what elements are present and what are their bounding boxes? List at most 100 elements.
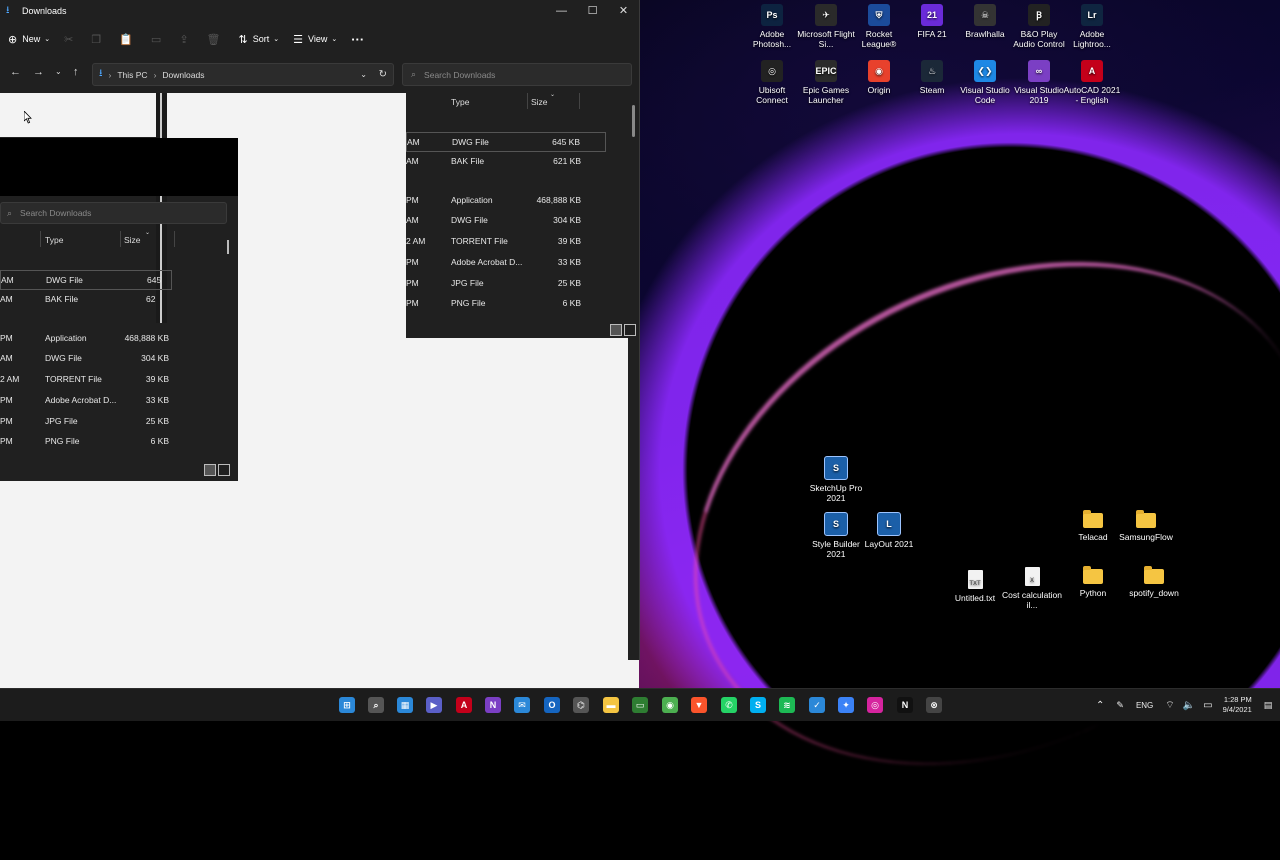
taskbar-messenger-icon[interactable]: ✦ (838, 697, 854, 713)
chevron-down-icon: ⌄ (273, 36, 280, 43)
taskbar-skype-icon[interactable]: S (750, 697, 766, 713)
desktop-icon-spotify-down[interactable]: spotify_down (1124, 565, 1184, 598)
address-row: ← → ⌄ ↑ ⭳ › This PC › Downloads ⌄ ↻ ⌕ Se… (0, 63, 639, 86)
breadcrumb-separator: › (153, 69, 157, 80)
copy-icon[interactable]: ❐ (91, 33, 101, 46)
search-box[interactable]: ⌕ Search Downloads (402, 63, 632, 86)
desktop-icon-untitled-txt[interactable]: TXT Untitled.txt (945, 568, 1005, 603)
ghost-search-box: ⌕ Search Downloads (0, 202, 227, 224)
notification-center-icon[interactable]: ▤ (1264, 700, 1273, 711)
table-row[interactable]: PM Adobe Acrobat D... 33 KB (406, 253, 606, 273)
folder-icon (1083, 510, 1103, 528)
forward-arrow-icon[interactable]: → (33, 66, 44, 78)
taskbar-brave-icon[interactable]: ▼ (691, 697, 707, 713)
taskbar-outlook-icon[interactable]: O (544, 697, 560, 713)
refresh-icon[interactable]: ↻ (379, 69, 387, 80)
window-controls: — ☐ ✕ (546, 0, 639, 21)
desktop-icon-label: spotify_down (1129, 588, 1179, 598)
desktop-icon-style-builder-2021[interactable]: S Style Builder 2021 (806, 512, 866, 559)
title-bar[interactable]: ⭳ Downloads (0, 0, 639, 21)
table-row[interactable]: AM DWG File 304 KB (406, 211, 606, 231)
recent-locations-chevron-icon[interactable]: ⌄ (55, 67, 62, 76)
tiles-view-icon[interactable] (624, 324, 636, 336)
desktop-icon-fifa-21[interactable]: 21 FIFA 21 (902, 4, 962, 39)
desktop-icon-samsungflow[interactable]: SamsungFlow (1116, 509, 1176, 542)
new-button[interactable]: ⊕ New ⌄ (8, 33, 50, 46)
delete-icon[interactable]: 🗑 (207, 33, 221, 46)
taskbar-teams-icon[interactable]: ▶ (426, 697, 442, 713)
up-arrow-icon[interactable]: ↑ (73, 66, 79, 78)
taskbar-mail-icon[interactable]: ✉ (514, 697, 530, 713)
desktop-icon-autocad-2021-english[interactable]: A AutoCAD 2021 - English (1062, 60, 1122, 105)
language-indicator[interactable]: ENG (1136, 701, 1153, 710)
column-header-size[interactable]: Size (531, 97, 548, 107)
desktop-icon-adobe-lightroo[interactable]: Lr Adobe Lightroo... (1062, 4, 1122, 49)
row-size: 39 KB (145, 374, 169, 384)
close-button[interactable]: ✕ (608, 0, 639, 21)
pen-menu-icon[interactable]: ✎ (1116, 700, 1124, 711)
taskbar-search-icon[interactable]: ⌕ (368, 697, 384, 713)
view-button[interactable]: ☰ View ⌄ (293, 33, 337, 46)
more-options-button[interactable]: ··· (351, 32, 364, 47)
taskbar-netflix-icon[interactable]: N (897, 697, 913, 713)
taskbar-network-icon[interactable]: ⌬ (573, 697, 589, 713)
desktop-icon-ubisoft-connect[interactable]: ◎ Ubisoft Connect (742, 60, 802, 105)
taskbar-acrobat-icon[interactable]: A (456, 697, 472, 713)
row-modified-time: PM (0, 436, 13, 446)
share-icon[interactable]: ⇪ (179, 33, 188, 46)
row-size: 645 KB (552, 137, 580, 147)
table-row[interactable]: PM PNG File 6 KB (406, 294, 606, 314)
desktop-icon-python[interactable]: Python (1063, 565, 1123, 598)
desktop-icon-brawlhalla[interactable]: ☠ Brawlhalla (955, 4, 1015, 39)
address-bar[interactable]: ⭳ › This PC › Downloads ⌄ ↻ (92, 63, 394, 86)
chevron-down-icon: ⌄ (44, 36, 51, 43)
sort-button[interactable]: ⇅ Sort ⌄ (239, 33, 280, 46)
desktop-icon-origin[interactable]: ◉ Origin (849, 60, 909, 95)
taskbar-instagram-icon[interactable]: ◎ (867, 697, 883, 713)
volume-icon[interactable]: 🔈 (1183, 700, 1195, 711)
taskbar-file-explorer-icon[interactable]: ▬ (603, 697, 619, 713)
desktop-icon-b-o-play-audio-control[interactable]: Ꞵ B&O Play Audio Control (1009, 4, 1069, 49)
desktop-icon-adobe-photosh[interactable]: Ps Adobe Photosh... (742, 4, 802, 49)
desktop-icon-rocket-league[interactable]: ⛨ Rocket League® (849, 4, 909, 49)
minimize-button[interactable]: — (546, 0, 577, 21)
desktop-icon-microsoft-flight-si[interactable]: ✈ Microsoft Flight Si... (796, 4, 856, 49)
wifi-icon[interactable]: ⌔ (1165, 699, 1174, 712)
table-row[interactable]: PM Application 468,888 KB (406, 191, 606, 211)
taskbar-widgets-icon[interactable]: ▦ (397, 697, 413, 713)
show-hidden-icons-chevron[interactable]: ⌃ (1096, 700, 1104, 711)
rename-icon[interactable]: ▭ (151, 33, 161, 46)
address-dropdown-chevron-icon[interactable]: ⌄ (360, 70, 367, 79)
taskbar-maps-icon[interactable]: ▭ (632, 697, 648, 713)
details-view-icon[interactable] (610, 324, 622, 336)
taskbar-chrome-icon[interactable]: ◉ (662, 697, 678, 713)
desktop-icon-visual-studio-2019[interactable]: ∞ Visual Studio 2019 (1009, 60, 1069, 105)
table-row[interactable]: PM JPG File 25 KB (406, 274, 606, 294)
taskbar-spotify-icon[interactable]: ≋ (779, 697, 795, 713)
battery-icon[interactable]: ▭ (1203, 700, 1212, 711)
table-row[interactable]: AM DWG File 645 KB (406, 132, 606, 152)
desktop-icon-sketchup-pro-2021[interactable]: S SketchUp Pro 2021 (806, 456, 866, 503)
table-row[interactable]: 2 AM TORRENT File 39 KB (406, 232, 606, 252)
breadcrumb-downloads[interactable]: Downloads (162, 70, 204, 80)
paste-icon[interactable]: 📋 (119, 33, 133, 46)
breadcrumb-this-pc[interactable]: This PC (117, 70, 147, 80)
taskbar-whatsapp-icon[interactable]: ✆ (721, 697, 737, 713)
desktop-icon-telacad[interactable]: Telacad (1063, 509, 1123, 542)
taskbar-todo-icon[interactable]: ✓ (809, 697, 825, 713)
desktop-icon-layout-2021[interactable]: L LayOut 2021 (859, 512, 919, 549)
back-arrow-icon[interactable]: ← (10, 66, 21, 78)
column-header-type[interactable]: Type (451, 97, 469, 107)
desktop-icon-epic-games-launcher[interactable]: EPIC Epic Games Launcher (796, 60, 856, 105)
desktop-icon-visual-studio-code[interactable]: ❮❯ Visual Studio Code (955, 60, 1015, 105)
maximize-button[interactable]: ☐ (577, 0, 608, 21)
taskbar-onenote-icon[interactable]: N (485, 697, 501, 713)
taskbar-xbox-icon[interactable]: ⊗ (926, 697, 942, 713)
clock[interactable]: 1:28 PM 9/4/2021 (1223, 695, 1252, 715)
table-row[interactable]: AM BAK File 621 KB (406, 152, 606, 172)
taskbar-start-icon[interactable]: ⊞ (339, 697, 355, 713)
scrollbar-thumb[interactable] (632, 105, 635, 137)
desktop-icon-steam[interactable]: ♨ Steam (902, 60, 962, 95)
desktop-icon-cost-calculation-il[interactable]: X Cost calculation il... (1002, 565, 1062, 610)
cut-icon[interactable]: ✂ (64, 33, 73, 46)
